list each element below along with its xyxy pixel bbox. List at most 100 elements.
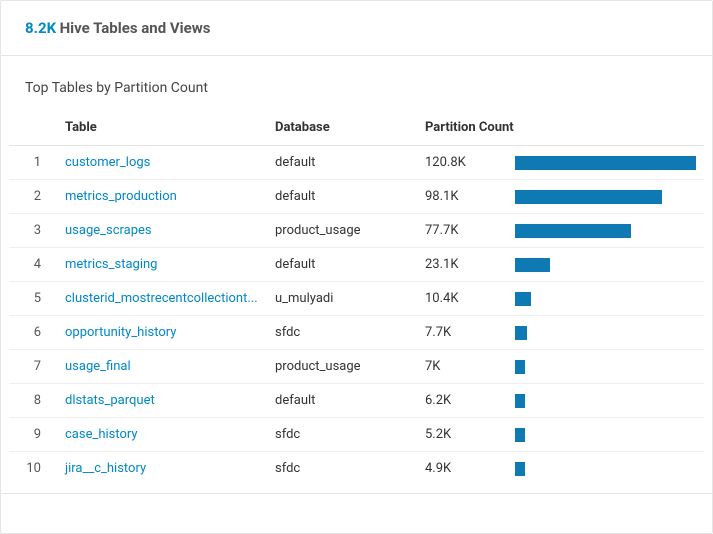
row-bar-cell <box>507 350 704 384</box>
row-table: case_history <box>57 418 267 452</box>
row-bar-cell <box>507 316 704 350</box>
row-database: sfdc <box>267 316 417 350</box>
table-row: 5 clusterid_mostrecentcollectiont... u_mul… <box>9 282 704 316</box>
table-link[interactable]: usage_final <box>65 359 131 374</box>
row-count: 98.1K <box>417 180 507 214</box>
row-table: opportunity_history <box>57 316 267 350</box>
bar-wrap <box>515 394 696 408</box>
table-link[interactable]: metrics_production <box>65 189 177 204</box>
partition-bar <box>515 156 696 170</box>
bar-wrap <box>515 428 696 442</box>
row-bar-cell <box>507 248 704 282</box>
total-count: 8.2K <box>25 19 56 37</box>
table-row: 8 dlstats_parquet default6.2K <box>9 384 704 418</box>
bar-wrap <box>515 462 696 476</box>
card-header: 8.2K Hive Tables and Views <box>1 1 712 56</box>
row-count: 7K <box>417 350 507 384</box>
row-database: sfdc <box>267 418 417 452</box>
bar-wrap <box>515 326 696 340</box>
table-row: 7 usage_final product_usage7K <box>9 350 704 384</box>
row-count: 6.2K <box>417 384 507 418</box>
table-link[interactable]: metrics_staging <box>65 257 157 272</box>
table-header-row: Table Database Partition Count <box>9 110 704 146</box>
table-link[interactable]: customer_logs <box>65 155 150 170</box>
row-database: default <box>267 146 417 180</box>
row-count: 120.8K <box>417 146 507 180</box>
bar-wrap <box>515 224 696 238</box>
col-count: Partition Count <box>417 110 704 146</box>
partition-bar <box>515 292 531 306</box>
table-row: 10 jira__c_history sfdc4.9K <box>9 452 704 486</box>
partition-bar <box>515 428 525 442</box>
row-rank: 3 <box>9 214 57 248</box>
row-bar-cell <box>507 452 704 486</box>
top-tables-table: Table Database Partition Count 1 customer… <box>9 110 704 485</box>
col-rank <box>9 110 57 146</box>
bar-wrap <box>515 292 696 306</box>
bar-wrap <box>515 156 696 170</box>
partition-bar <box>515 394 525 408</box>
row-database: product_usage <box>267 214 417 248</box>
row-rank: 1 <box>9 146 57 180</box>
bar-wrap <box>515 360 696 374</box>
row-bar-cell <box>507 180 704 214</box>
table-link[interactable]: usage_scrapes <box>65 223 152 238</box>
row-rank: 6 <box>9 316 57 350</box>
row-rank: 10 <box>9 452 57 486</box>
row-bar-cell <box>507 418 704 452</box>
row-database: sfdc <box>267 452 417 486</box>
table-link[interactable]: clusterid_mostrecentcollectiont... <box>65 291 258 306</box>
partition-bar <box>515 224 631 238</box>
table-row: 4 metrics_staging default23.1K <box>9 248 704 282</box>
row-rank: 9 <box>9 418 57 452</box>
row-count: 7.7K <box>417 316 507 350</box>
row-table: customer_logs <box>57 146 267 180</box>
row-table: dlstats_parquet <box>57 384 267 418</box>
row-count: 10.4K <box>417 282 507 316</box>
bar-wrap <box>515 258 696 272</box>
card-footer <box>1 493 712 533</box>
row-rank: 2 <box>9 180 57 214</box>
card-title: Hive Tables and Views <box>60 19 211 37</box>
row-count: 77.7K <box>417 214 507 248</box>
row-rank: 7 <box>9 350 57 384</box>
tables-card: 8.2K Hive Tables and Views Top Tables by… <box>0 0 713 534</box>
row-database: product_usage <box>267 350 417 384</box>
bar-wrap <box>515 190 696 204</box>
row-table: usage_final <box>57 350 267 384</box>
row-count: 23.1K <box>417 248 507 282</box>
table-row: 2 metrics_production default98.1K <box>9 180 704 214</box>
row-bar-cell <box>507 146 704 180</box>
row-bar-cell <box>507 384 704 418</box>
row-database: u_mulyadi <box>267 282 417 316</box>
row-rank: 5 <box>9 282 57 316</box>
row-table: jira__c_history <box>57 452 267 486</box>
partition-bar <box>515 326 527 340</box>
col-database: Database <box>267 110 417 146</box>
row-table: usage_scrapes <box>57 214 267 248</box>
partition-bar <box>515 462 525 476</box>
row-table: clusterid_mostrecentcollectiont... <box>57 282 267 316</box>
row-database: default <box>267 384 417 418</box>
table-link[interactable]: dlstats_parquet <box>65 393 155 408</box>
row-database: default <box>267 248 417 282</box>
row-bar-cell <box>507 282 704 316</box>
table-row: 1 customer_logs default120.8K <box>9 146 704 180</box>
col-table: Table <box>57 110 267 146</box>
partition-bar <box>515 258 550 272</box>
table-row: 9 case_history sfdc5.2K <box>9 418 704 452</box>
row-rank: 8 <box>9 384 57 418</box>
row-database: default <box>267 180 417 214</box>
row-count: 4.9K <box>417 452 507 486</box>
section-title: Top Tables by Partition Count <box>1 56 712 110</box>
row-bar-cell <box>507 214 704 248</box>
partition-bar <box>515 360 525 374</box>
table-row: 6 opportunity_history sfdc7.7K <box>9 316 704 350</box>
row-rank: 4 <box>9 248 57 282</box>
row-table: metrics_production <box>57 180 267 214</box>
table-link[interactable]: case_history <box>65 427 138 442</box>
table-link[interactable]: opportunity_history <box>65 325 176 340</box>
partition-bar <box>515 190 662 204</box>
table-link[interactable]: jira__c_history <box>65 461 146 476</box>
row-count: 5.2K <box>417 418 507 452</box>
